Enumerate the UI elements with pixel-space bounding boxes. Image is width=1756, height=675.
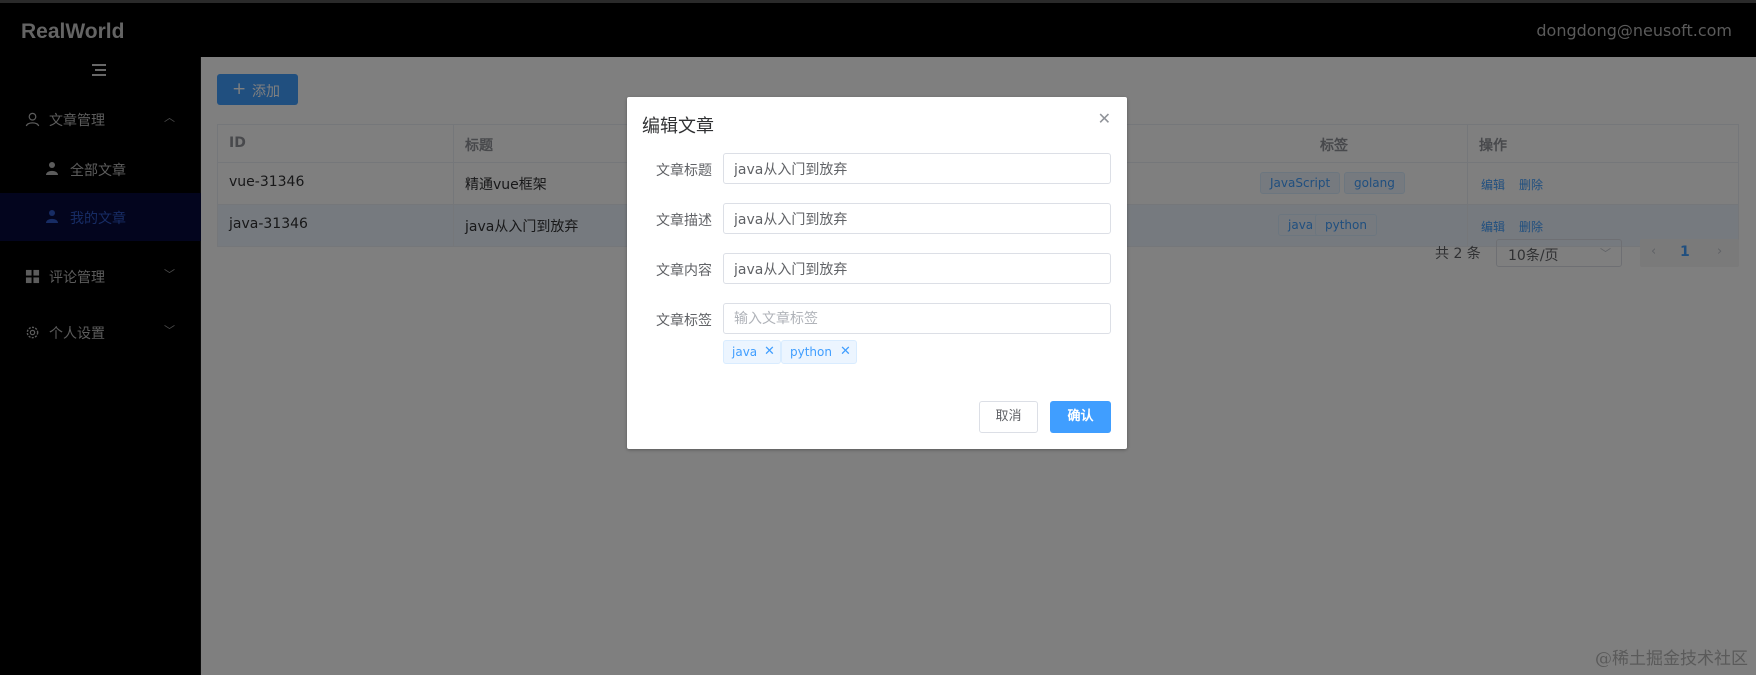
article-description-input[interactable] — [723, 203, 1111, 234]
close-icon[interactable]: ✕ — [1098, 109, 1111, 128]
tag-chip: java ✕ — [723, 340, 781, 364]
description-label: 文章描述 — [656, 213, 712, 229]
title-label: 文章标题 — [656, 163, 712, 179]
close-icon[interactable]: ✕ — [764, 341, 775, 363]
watermark: @稀土掘金技术社区 — [1595, 649, 1748, 669]
tag-chip: python ✕ — [781, 340, 857, 364]
dialog-title: 编辑文章 — [642, 116, 714, 137]
article-tags-input[interactable] — [723, 303, 1111, 334]
close-icon[interactable]: ✕ — [840, 341, 851, 363]
edit-article-dialog: 编辑文章 ✕ 文章标题 文章描述 文章内容 文章标签 java ✕ python… — [627, 97, 1127, 449]
cancel-button[interactable]: 取消 — [979, 401, 1038, 433]
confirm-button[interactable]: 确认 — [1050, 401, 1111, 433]
article-title-input[interactable] — [723, 153, 1111, 184]
tags-label: 文章标签 — [656, 313, 712, 329]
article-content-input[interactable] — [723, 253, 1111, 284]
content-label: 文章内容 — [656, 263, 712, 279]
